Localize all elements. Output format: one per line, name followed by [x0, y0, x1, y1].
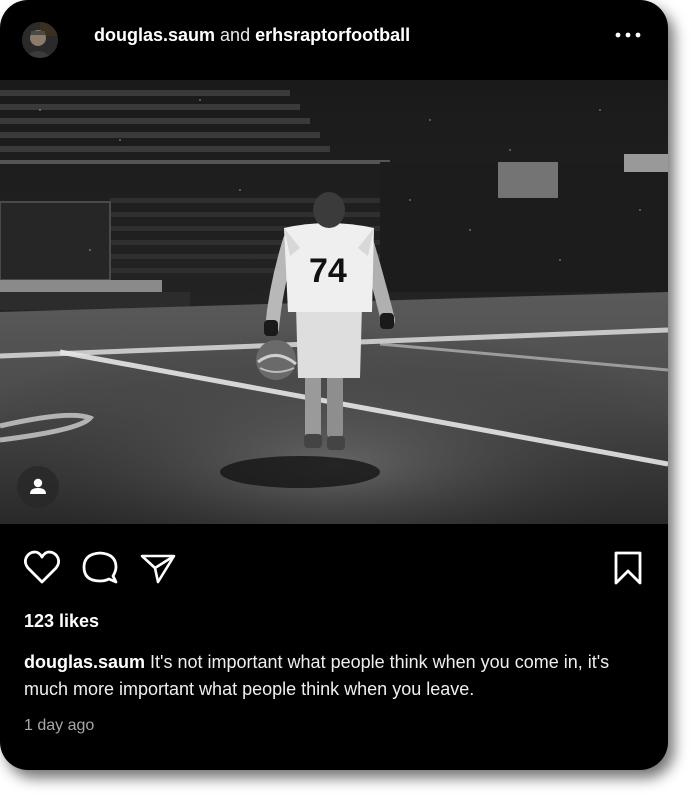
- more-horizontal-icon: [615, 32, 641, 38]
- caption-username[interactable]: douglas.saum: [24, 652, 145, 672]
- post-image[interactable]: 74: [0, 80, 668, 524]
- save-button[interactable]: [608, 548, 648, 588]
- comment-icon: [82, 551, 118, 584]
- post-header: douglas.saum and erhsraptorfootball: [0, 0, 668, 80]
- heart-icon: [23, 550, 61, 584]
- coauthor-username[interactable]: erhsraptorfootball: [255, 25, 410, 45]
- post-card: douglas.saum and erhsraptorfootball 74 1…: [0, 0, 668, 770]
- authors-conjunction: and: [220, 25, 251, 45]
- tagged-users-button[interactable]: [17, 466, 59, 508]
- avatar-image: [22, 22, 58, 58]
- post-timestamp[interactable]: 1 day ago: [24, 717, 94, 735]
- comment-button[interactable]: [80, 548, 120, 588]
- post-actions: [0, 548, 668, 592]
- author-username[interactable]: douglas.saum: [94, 25, 215, 45]
- share-button[interactable]: [138, 548, 178, 588]
- author-avatar[interactable]: [22, 22, 58, 58]
- football-player-photo: 74: [0, 80, 668, 524]
- jersey-number: 74: [309, 252, 347, 290]
- person-tag-icon: [30, 478, 46, 494]
- like-button[interactable]: [22, 548, 62, 588]
- likes-count[interactable]: 123 likes: [24, 611, 99, 632]
- more-options-button[interactable]: [612, 26, 644, 44]
- send-icon: [140, 554, 176, 584]
- post-authors: douglas.saum and erhsraptorfootball: [94, 24, 410, 46]
- bookmark-icon: [614, 551, 642, 585]
- post-caption: douglas.saum It's not important what peo…: [24, 649, 644, 703]
